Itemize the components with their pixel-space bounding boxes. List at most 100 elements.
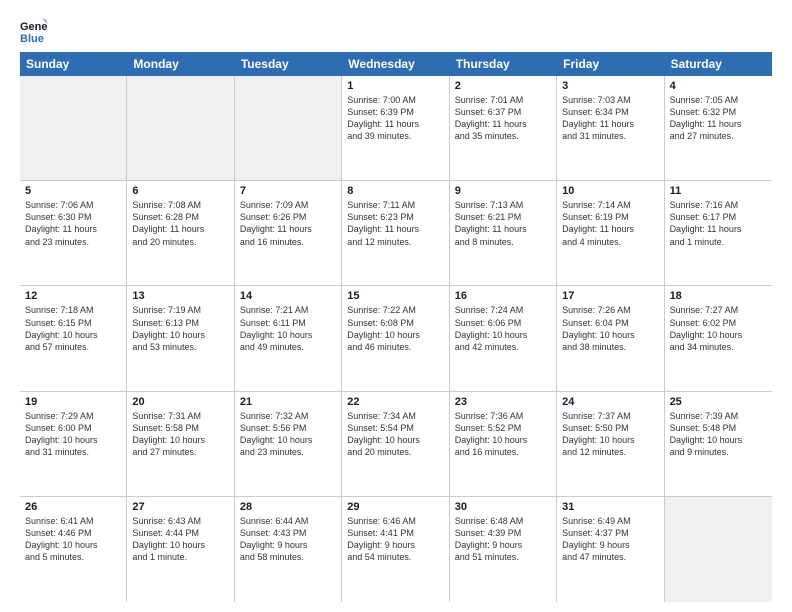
cell-info: Sunrise: 7:13 AMSunset: 6:21 PMDaylight:… [455,199,551,248]
day-cell-18: 18 Sunrise: 7:27 AMSunset: 6:02 PMDayligh… [665,286,772,390]
calendar: SundayMondayTuesdayWednesdayThursdayFrid… [20,52,772,602]
day-number: 26 [25,501,121,513]
day-number: 13 [132,290,228,302]
day-number: 5 [25,185,121,197]
cell-info: Sunrise: 6:43 AMSunset: 4:44 PMDaylight:… [132,515,228,564]
cell-info: Sunrise: 7:37 AMSunset: 5:50 PMDaylight:… [562,410,658,459]
day-cell-3: 3 Sunrise: 7:03 AMSunset: 6:34 PMDaylight… [557,76,664,180]
day-number: 24 [562,396,658,408]
header-day-saturday: Saturday [665,52,772,76]
day-number: 20 [132,396,228,408]
cell-info: Sunrise: 6:48 AMSunset: 4:39 PMDaylight:… [455,515,551,564]
cell-info: Sunrise: 7:26 AMSunset: 6:04 PMDaylight:… [562,304,658,353]
cell-info: Sunrise: 7:39 AMSunset: 5:48 PMDaylight:… [670,410,767,459]
day-number: 31 [562,501,658,513]
day-cell-13: 13 Sunrise: 7:19 AMSunset: 6:13 PMDayligh… [127,286,234,390]
day-number: 7 [240,185,336,197]
empty-cell [20,76,127,180]
empty-cell [665,497,772,602]
day-cell-26: 26Sunrise: 6:41 AMSunset: 4:46 PMDayligh… [20,497,127,602]
day-cell-12: 12 Sunrise: 7:18 AMSunset: 6:15 PMDayligh… [20,286,127,390]
day-number: 2 [455,80,551,92]
cell-info: Sunrise: 7:16 AMSunset: 6:17 PMDaylight:… [670,199,767,248]
header-day-thursday: Thursday [450,52,557,76]
header: General Blue [20,16,772,44]
day-number: 25 [670,396,767,408]
day-cell-19: 19 Sunrise: 7:29 AMSunset: 6:00 PMDayligh… [20,392,127,496]
day-number: 14 [240,290,336,302]
logo: General Blue [20,16,52,44]
day-number: 19 [25,396,121,408]
day-number: 10 [562,185,658,197]
day-cell-21: 21 Sunrise: 7:32 AMSunset: 5:56 PMDayligh… [235,392,342,496]
day-cell-10: 10 Sunrise: 7:14 AMSunset: 6:19 PMDayligh… [557,181,664,285]
cell-info: Sunrise: 7:00 AMSunset: 6:39 PMDaylight:… [347,94,443,143]
page: General Blue SundayMondayTuesdayWednesda… [0,0,792,612]
day-number: 4 [670,80,767,92]
day-cell-25: 25 Sunrise: 7:39 AMSunset: 5:48 PMDayligh… [665,392,772,496]
day-cell-20: 20 Sunrise: 7:31 AMSunset: 5:58 PMDayligh… [127,392,234,496]
day-cell-15: 15Sunrise: 7:22 AMSunset: 6:08 PMDayligh… [342,286,449,390]
header-day-sunday: Sunday [20,52,127,76]
svg-text:General: General [20,21,48,33]
day-cell-23: 23Sunrise: 7:36 AMSunset: 5:52 PMDayligh… [450,392,557,496]
cell-info: Sunrise: 7:31 AMSunset: 5:58 PMDaylight:… [132,410,228,459]
day-cell-30: 30 Sunrise: 6:48 AMSunset: 4:39 PMDayligh… [450,497,557,602]
week-row-4: 26Sunrise: 6:41 AMSunset: 4:46 PMDayligh… [20,497,772,602]
cell-info: Sunrise: 7:08 AMSunset: 6:28 PMDaylight:… [132,199,228,248]
week-row-1: 5Sunrise: 7:06 AMSunset: 6:30 PMDaylight… [20,181,772,286]
cell-info: Sunrise: 7:03 AMSunset: 6:34 PMDaylight:… [562,94,658,143]
day-cell-14: 14 Sunrise: 7:21 AMSunset: 6:11 PMDayligh… [235,286,342,390]
cell-info: Sunrise: 7:11 AMSunset: 6:23 PMDaylight:… [347,199,443,248]
cell-info: Sunrise: 7:27 AMSunset: 6:02 PMDaylight:… [670,304,767,353]
week-row-3: 19 Sunrise: 7:29 AMSunset: 6:00 PMDayligh… [20,392,772,497]
day-cell-5: 5Sunrise: 7:06 AMSunset: 6:30 PMDaylight… [20,181,127,285]
cell-info: Sunrise: 7:21 AMSunset: 6:11 PMDaylight:… [240,304,336,353]
week-row-2: 12 Sunrise: 7:18 AMSunset: 6:15 PMDayligh… [20,286,772,391]
cell-info: Sunrise: 7:19 AMSunset: 6:13 PMDaylight:… [132,304,228,353]
cell-info: Sunrise: 7:18 AMSunset: 6:15 PMDaylight:… [25,304,121,353]
day-number: 3 [562,80,658,92]
cell-info: Sunrise: 6:46 AMSunset: 4:41 PMDaylight:… [347,515,443,564]
day-cell-2: 2 Sunrise: 7:01 AMSunset: 6:37 PMDaylight… [450,76,557,180]
day-number: 30 [455,501,551,513]
svg-text:Blue: Blue [20,33,44,44]
cell-info: Sunrise: 7:36 AMSunset: 5:52 PMDaylight:… [455,410,551,459]
day-number: 11 [670,185,767,197]
day-cell-29: 29 Sunrise: 6:46 AMSunset: 4:41 PMDayligh… [342,497,449,602]
day-number: 17 [562,290,658,302]
day-cell-17: 17 Sunrise: 7:26 AMSunset: 6:04 PMDayligh… [557,286,664,390]
day-number: 12 [25,290,121,302]
cell-info: Sunrise: 7:01 AMSunset: 6:37 PMDaylight:… [455,94,551,143]
cell-info: Sunrise: 7:24 AMSunset: 6:06 PMDaylight:… [455,304,551,353]
day-number: 29 [347,501,443,513]
day-cell-8: 8 Sunrise: 7:11 AMSunset: 6:23 PMDaylight… [342,181,449,285]
day-cell-6: 6Sunrise: 7:08 AMSunset: 6:28 PMDaylight… [127,181,234,285]
day-number: 28 [240,501,336,513]
day-number: 27 [132,501,228,513]
day-cell-16: 16 Sunrise: 7:24 AMSunset: 6:06 PMDayligh… [450,286,557,390]
day-cell-22: 22Sunrise: 7:34 AMSunset: 5:54 PMDayligh… [342,392,449,496]
day-number: 18 [670,290,767,302]
cell-info: Sunrise: 7:05 AMSunset: 6:32 PMDaylight:… [670,94,767,143]
day-number: 21 [240,396,336,408]
empty-cell [127,76,234,180]
header-day-friday: Friday [557,52,664,76]
day-cell-1: 1Sunrise: 7:00 AMSunset: 6:39 PMDaylight… [342,76,449,180]
cell-info: Sunrise: 7:29 AMSunset: 6:00 PMDaylight:… [25,410,121,459]
day-cell-4: 4 Sunrise: 7:05 AMSunset: 6:32 PMDaylight… [665,76,772,180]
cell-info: Sunrise: 7:14 AMSunset: 6:19 PMDaylight:… [562,199,658,248]
day-number: 8 [347,185,443,197]
day-cell-11: 11 Sunrise: 7:16 AMSunset: 6:17 PMDayligh… [665,181,772,285]
day-number: 15 [347,290,443,302]
cell-info: Sunrise: 7:32 AMSunset: 5:56 PMDaylight:… [240,410,336,459]
day-number: 9 [455,185,551,197]
day-cell-27: 27 Sunrise: 6:43 AMSunset: 4:44 PMDayligh… [127,497,234,602]
header-day-monday: Monday [127,52,234,76]
header-day-wednesday: Wednesday [342,52,449,76]
day-number: 22 [347,396,443,408]
day-cell-24: 24 Sunrise: 7:37 AMSunset: 5:50 PMDayligh… [557,392,664,496]
day-number: 16 [455,290,551,302]
cell-info: Sunrise: 6:44 AMSunset: 4:43 PMDaylight:… [240,515,336,564]
week-row-0: 1Sunrise: 7:00 AMSunset: 6:39 PMDaylight… [20,76,772,181]
